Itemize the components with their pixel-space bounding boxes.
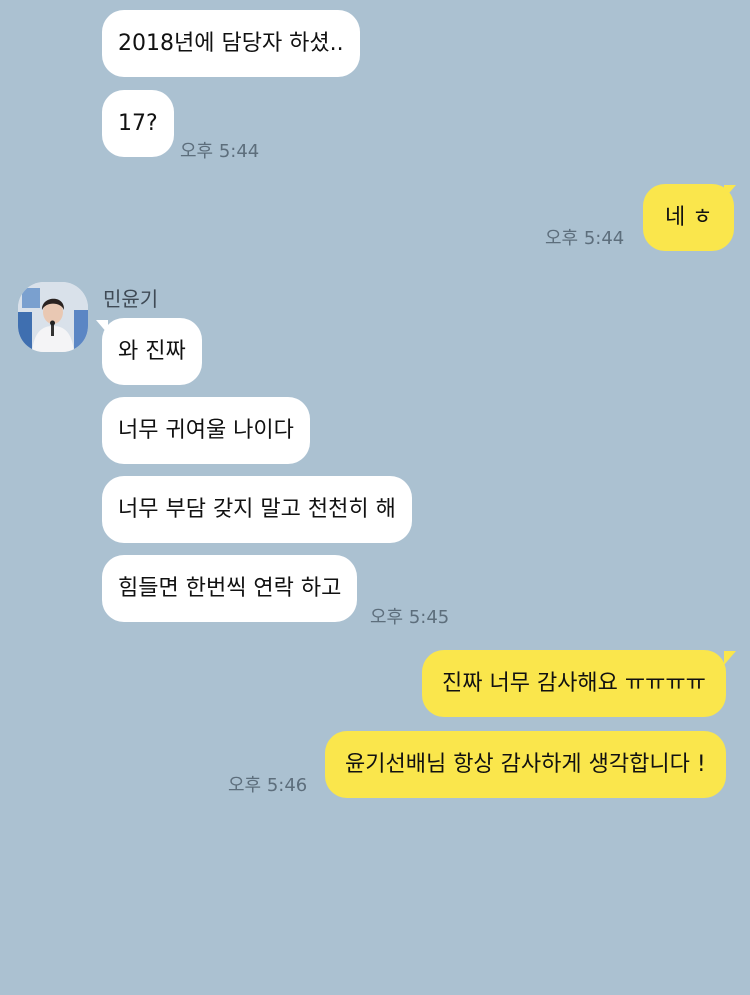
avatar-photo [18, 282, 88, 352]
message-timestamp: 오후 5:44 [180, 141, 260, 162]
outgoing-message-bubble[interactable]: 진짜 너무 감사해요 ㅠㅠㅠㅠ [422, 650, 726, 717]
outgoing-bubble-tail [724, 651, 736, 665]
message-timestamp: 오후 5:46 [228, 775, 308, 796]
incoming-message-bubble[interactable]: 너무 귀여울 나이다 [102, 397, 310, 464]
message-timestamp: 오후 5:44 [545, 228, 625, 249]
message-timestamp: 오후 5:45 [370, 607, 450, 628]
outgoing-message-bubble[interactable]: 윤기선배님 항상 감사하게 생각합니다 ! [325, 731, 726, 798]
incoming-message-bubble[interactable]: 너무 부담 갖지 말고 천천히 해 [102, 476, 412, 543]
incoming-message-bubble[interactable]: 2018년에 담당자 하셨.. [102, 10, 360, 77]
outgoing-message-bubble[interactable]: 네 ㅎ [643, 184, 735, 251]
incoming-message-bubble[interactable]: 와 진짜 [102, 318, 202, 385]
incoming-message-bubble[interactable]: 힘들면 한번씩 연락 하고 [102, 555, 358, 622]
incoming-message-bubble[interactable]: 17? [102, 90, 174, 157]
sender-avatar[interactable] [18, 282, 88, 352]
sender-name: 민윤기 [103, 287, 159, 311]
